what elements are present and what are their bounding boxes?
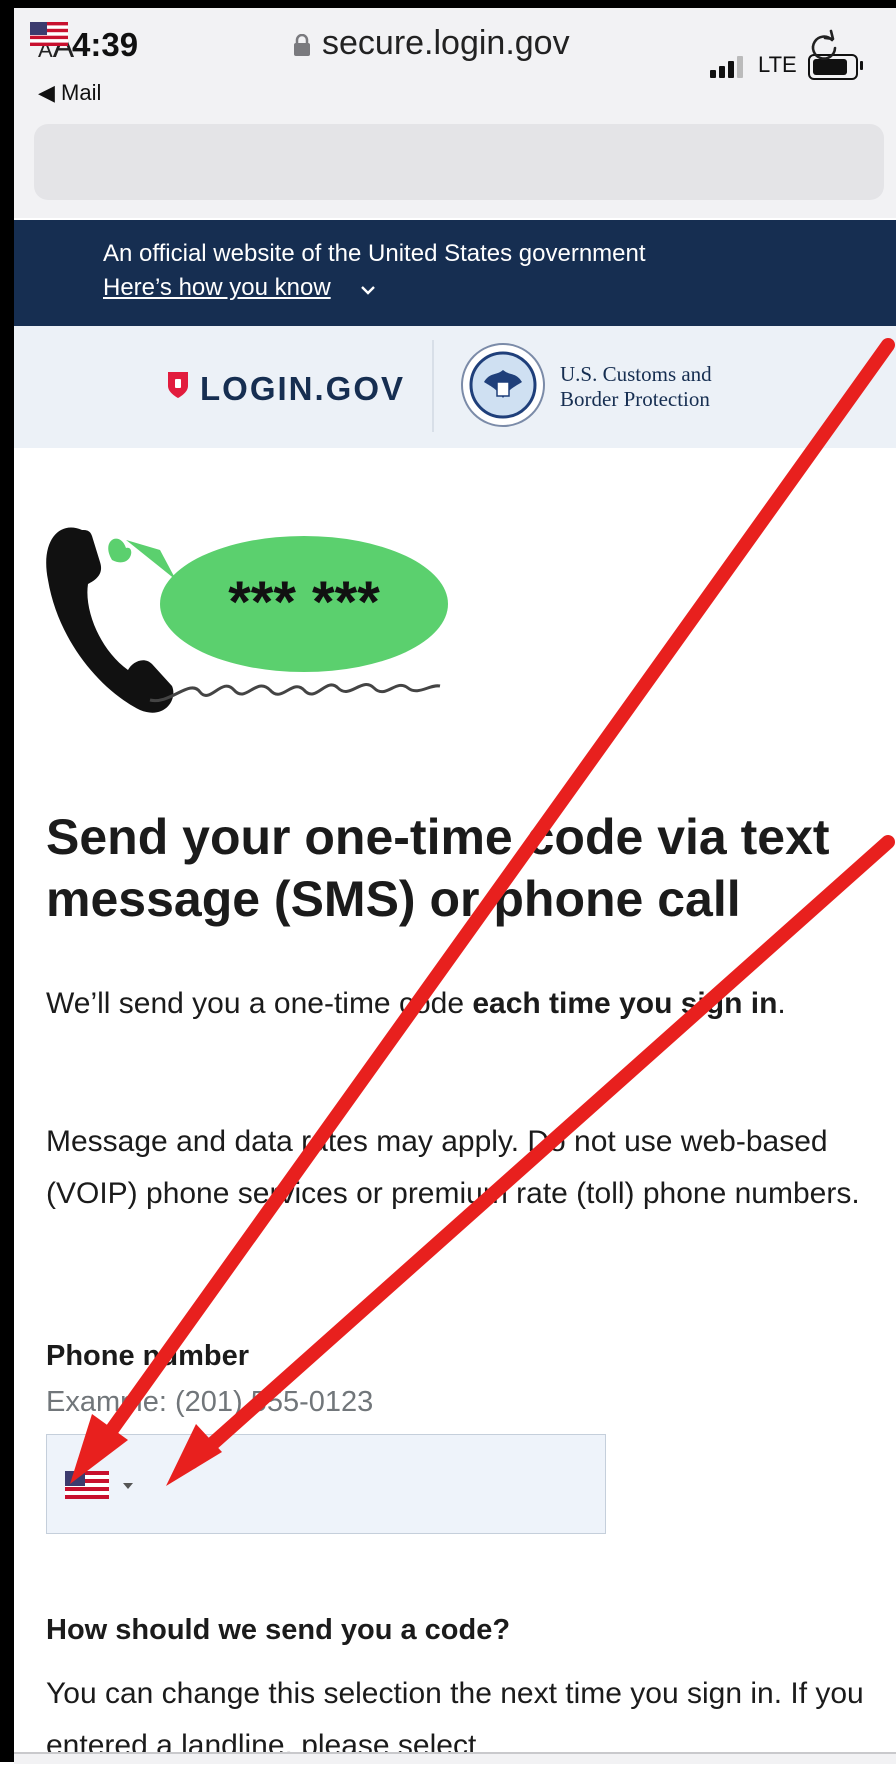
annotation-arrows — [70, 338, 895, 1486]
annotation-arrow-to-input — [166, 835, 895, 1486]
screenshot-frame-left — [0, 0, 14, 1762]
annotation-arrow-to-flag — [70, 338, 895, 1484]
